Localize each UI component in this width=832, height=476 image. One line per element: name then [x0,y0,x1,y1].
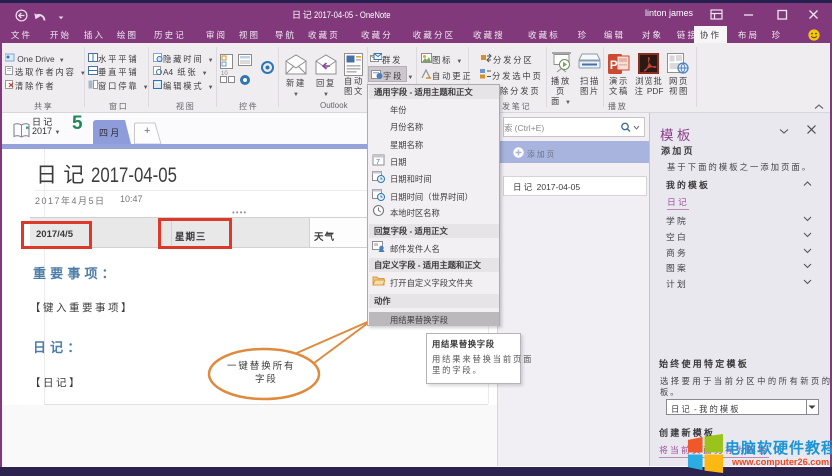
svg-text:10: 10 [221,71,228,77]
svg-text:7: 7 [376,159,380,166]
svg-text:P: P [610,58,618,72]
